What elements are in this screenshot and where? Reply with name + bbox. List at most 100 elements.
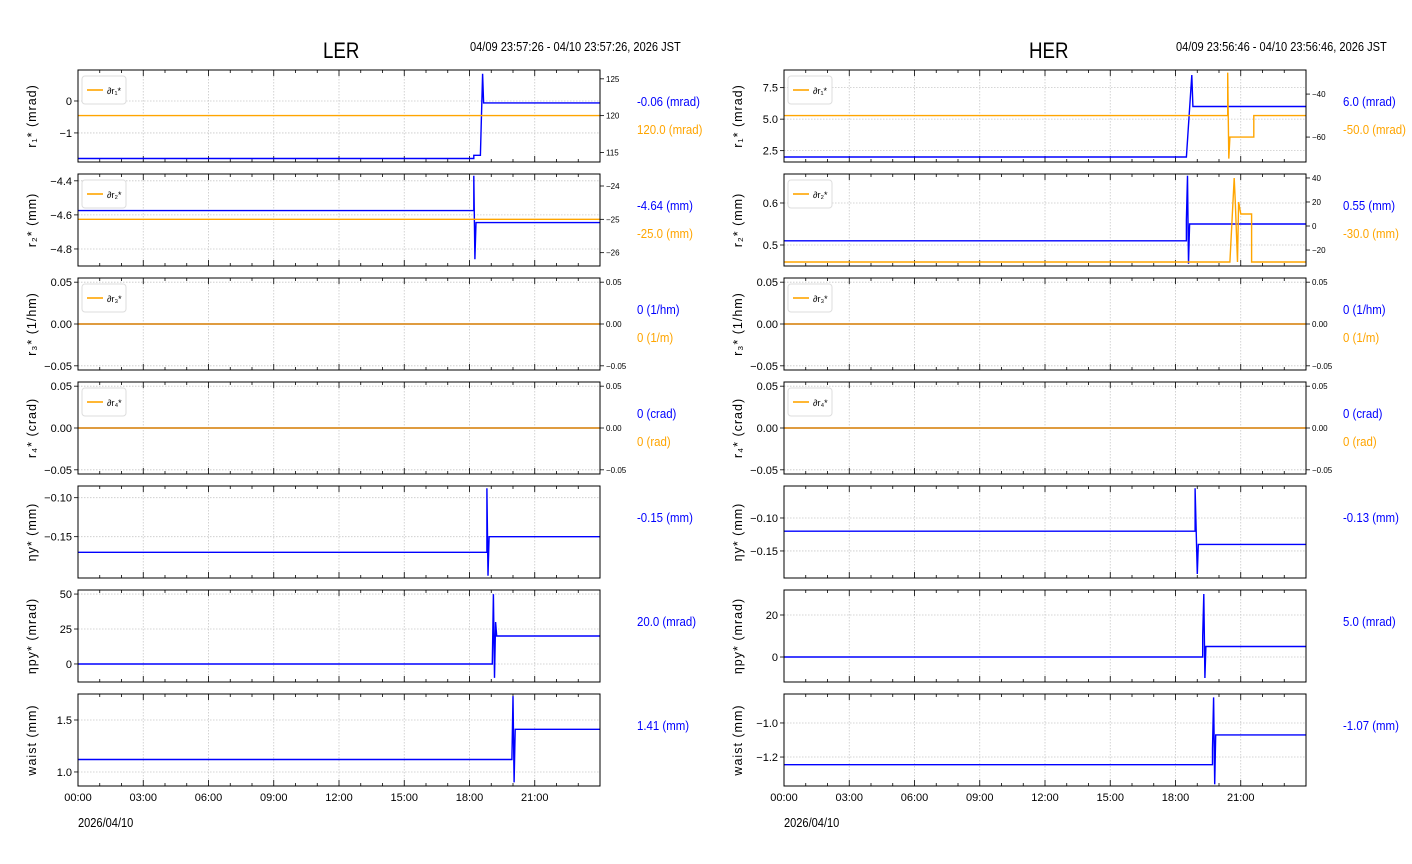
y-tick-label: 1.5: [57, 715, 72, 727]
y-tick-label: −0.05: [750, 361, 778, 373]
y-tick-label: 0.05: [51, 381, 72, 393]
y-tick-label: 25: [60, 624, 72, 636]
right-y-tick-label: 0.00: [606, 424, 622, 433]
ler-chart: 0 −1 125 120 115 r₁* (mrad) ∂r₁* -0.06 (mrad) 12…: [25, 69, 702, 804]
y-tick-label: −1: [59, 128, 72, 140]
current-value-label: -0.06 (mrad): [637, 94, 700, 109]
panel-waist: 1.5 1.0 waist (mm) 1.41 (mm) 00:00 03:00 06:00…: [25, 693, 689, 804]
right-y-tick-label: −0.05: [1312, 466, 1333, 475]
current-value-label: 0 (1/m): [637, 330, 673, 345]
y-tick-label: −0.05: [44, 465, 72, 477]
y-axis-label: waist (mm): [731, 704, 745, 776]
right-y-tick-label: −25: [606, 215, 620, 224]
y-tick-label: 0.00: [757, 319, 778, 331]
right-y-tick-label: 0.05: [1312, 278, 1328, 287]
y-axis-label: r₃* (1/hm): [25, 292, 39, 356]
right-y-tick-label: 0.05: [1312, 382, 1328, 391]
y-tick-label: 0: [772, 652, 778, 664]
right-y-tick-label: −26: [606, 249, 620, 258]
right-y-tick-label: −0.05: [606, 362, 627, 371]
right-y-tick-label: 0: [1312, 222, 1317, 231]
y-axis-label: r₁* (mrad): [25, 84, 39, 148]
current-value-label: 1.41 (mm): [637, 718, 689, 733]
y-axis-label: r₄* (crad): [25, 398, 39, 458]
panel-r1: 0 −1 125 120 115 r₁* (mrad) ∂r₁* -0.06 (mrad) 12…: [25, 69, 702, 163]
right-y-tick-label: −0.05: [606, 466, 627, 475]
panel-r3: 0.05 0.00 −0.05 0.05 0.00 −0.05 r₃* (1/hm) ∂r₃*…: [25, 277, 680, 373]
x-tick-label: 09:00: [966, 792, 994, 804]
y-tick-label: −4.6: [50, 210, 72, 222]
y-tick-label: −0.15: [44, 532, 72, 544]
y-tick-label: 0: [66, 96, 72, 108]
current-value-label: -25.0 (mm): [637, 226, 693, 241]
legend-label: ∂r₁*: [813, 86, 827, 96]
y-axis-label: waist (mm): [25, 704, 39, 776]
y-tick-label: 0.00: [51, 319, 72, 331]
current-value-label: 0.55 (mm): [1343, 198, 1395, 213]
panel-r2: 0.6 0.5 40 20 0 −20 r₂* (mm) ∂r₂* 0.55 (mm) -30.0…: [731, 173, 1399, 267]
x-tick-label: 06:00: [195, 792, 223, 804]
current-value-label: -4.64 (mm): [637, 198, 693, 213]
x-tick-label: 09:00: [260, 792, 288, 804]
current-value-label: 0 (rad): [1343, 434, 1377, 449]
x-tick-label: 00:00: [64, 792, 92, 804]
current-value-label: 0 (1/hm): [637, 302, 680, 317]
y-axis-label: r₂* (mm): [25, 193, 39, 248]
right-y-tick-label: −0.05: [1312, 362, 1333, 371]
y-axis-label: r₁* (mrad): [731, 84, 745, 148]
current-value-label: -30.0 (mm): [1343, 226, 1399, 241]
y-tick-label: 2.5: [763, 146, 778, 158]
y-axis-label: r₃* (1/hm): [731, 292, 745, 356]
y-tick-label: 7.5: [763, 83, 778, 95]
y-tick-label: 0.00: [51, 423, 72, 435]
y-tick-label: −0.15: [750, 546, 778, 558]
legend: ∂r₃*: [81, 283, 127, 313]
current-value-label: -0.15 (mm): [637, 510, 693, 525]
y-axis-label: ηpy* (mrad): [731, 598, 745, 674]
right-y-tick-label: −24: [606, 182, 620, 191]
right-y-tick-label: 40: [1312, 174, 1321, 183]
legend: ∂r₁*: [787, 75, 833, 105]
current-value-label: 6.0 (mrad): [1343, 94, 1396, 109]
current-value-label: -0.13 (mm): [1343, 510, 1399, 525]
y-tick-label: −0.05: [750, 465, 778, 477]
legend: ∂r₃*: [787, 283, 833, 313]
y-tick-label: −0.05: [44, 361, 72, 373]
right-y-tick-label: 0.00: [1312, 424, 1328, 433]
y-tick-label: −0.10: [44, 493, 72, 505]
current-value-label: 0 (rad): [637, 434, 671, 449]
y-tick-label: 0.05: [757, 277, 778, 289]
legend-label: ∂r₁*: [107, 86, 121, 96]
current-value-label: -1.07 (mm): [1343, 718, 1399, 733]
x-tick-label: 18:00: [1162, 792, 1190, 804]
y-tick-label: 1.0: [57, 767, 72, 779]
x-tick-label: 21:00: [1227, 792, 1255, 804]
right-y-tick-label: 115: [606, 148, 619, 157]
y-tick-label: −1.0: [756, 718, 778, 730]
right-y-tick-label: 20: [1312, 198, 1321, 207]
panel-eta_py: 50 25 0 ηpy* (mrad) 20.0 (mrad): [25, 589, 696, 683]
legend-label: ∂r₄*: [813, 398, 828, 408]
legend-label: ∂r₃*: [813, 294, 828, 304]
y-tick-label: 0.05: [757, 381, 778, 393]
y-tick-label: 0.6: [763, 198, 778, 210]
y-tick-label: −1.2: [756, 752, 778, 764]
x-tick-label: 12:00: [1031, 792, 1059, 804]
current-value-label: 5.0 (mrad): [1343, 614, 1396, 629]
plots-canvas: 0 −1 125 120 115 r₁* (mrad) ∂r₁* -0.06 (mrad) 12…: [25, 69, 1406, 804]
y-tick-label: 50: [60, 589, 72, 601]
her-chart: 7.5 5.0 2.5 −40 −60 r₁* (mrad) ∂r₁* 6.0 (mrad) -…: [731, 69, 1406, 804]
legend-label: ∂r₂*: [813, 190, 828, 200]
legend-label: ∂r₃*: [107, 294, 122, 304]
y-axis-label: r₄* (crad): [731, 398, 745, 458]
panel-r4: 0.05 0.00 −0.05 0.05 0.00 −0.05 r₄* (crad) ∂r₄*…: [25, 381, 676, 477]
current-value-label: 0 (1/m): [1343, 330, 1379, 345]
current-value-label: 0 (crad): [637, 406, 676, 421]
panel-r4: 0.05 0.00 −0.05 0.05 0.00 −0.05 r₄* (crad) ∂r₄*…: [731, 381, 1382, 477]
y-tick-label: 20: [766, 610, 778, 622]
legend: ∂r₄*: [81, 387, 127, 417]
right-y-tick-label: 0.05: [606, 278, 622, 287]
legend-label: ∂r₂*: [107, 190, 122, 200]
y-tick-label: 0.5: [763, 240, 778, 252]
y-axis-label: ηy* (mm): [25, 503, 39, 562]
